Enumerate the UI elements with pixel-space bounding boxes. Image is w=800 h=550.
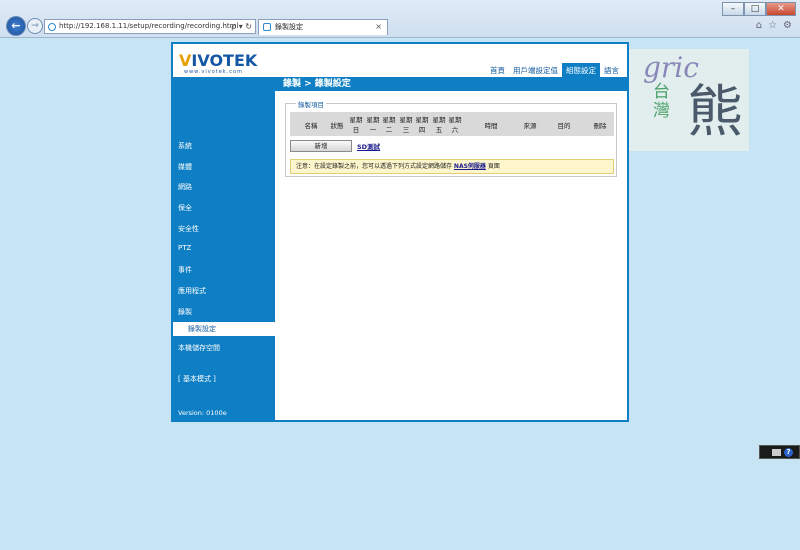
watermark-logo: gric 台灣 熊 (629, 49, 749, 151)
ie-page-icon (48, 23, 56, 31)
logo-text: IVOTEK (191, 51, 258, 70)
sidebar-item-recording[interactable]: 錄製 (178, 307, 192, 317)
col-destination: 目的 (557, 122, 571, 130)
vivotek-logo[interactable]: VIVOTEK (179, 51, 257, 70)
browser-chrome: – □ ✕ ← → http://192.168.1.11/setup/reco… (0, 0, 800, 38)
favorites-star-icon[interactable]: ☆ (768, 20, 777, 31)
col-fri: 五 (435, 126, 443, 134)
sidebar: 系統 媒體 網路 保全 安全性 PTZ 事件 應用程式 錄製 錄製設定 本機儲存… (173, 91, 275, 420)
sidebar-item-media[interactable]: 媒體 (178, 162, 192, 172)
col-delete: 刪除 (593, 122, 607, 130)
nav-configuration[interactable]: 組態設定 (562, 63, 600, 78)
sidebar-item-applications[interactable]: 應用程式 (178, 286, 206, 296)
top-nav: 首頁 用戶端設定值 組態設定 語言 (486, 63, 623, 78)
notice-text: 注意：在設定錄製之前，您可以透過下列方式設定網路儲存 (296, 163, 454, 170)
col-sun-top: 星期 (349, 116, 363, 124)
help-icon[interactable]: ? (784, 448, 793, 457)
search-refresh-icons[interactable]: ρ ▾ ↻ (231, 20, 252, 33)
back-button[interactable]: ← (6, 16, 26, 36)
tools-gear-icon[interactable]: ⚙ (783, 20, 792, 31)
sidebar-item-local-storage[interactable]: 本機儲存空間 (178, 343, 220, 353)
col-wed: 三 (402, 126, 410, 134)
col-status: 狀態 (330, 122, 344, 130)
nas-server-link[interactable]: NAS伺服器 (454, 163, 486, 170)
col-mon: 一 (369, 126, 377, 134)
col-thu-top: 星期 (415, 116, 429, 124)
recording-list-group: 錄製項目 名稱 狀態 星期 日 星期 一 星期 二 星期 三 星期 四 星期 五… (285, 99, 617, 177)
sd-test-link[interactable]: SD測試 (357, 141, 380, 151)
keyboard-icon[interactable] (772, 449, 781, 456)
logo-v: V (179, 51, 192, 70)
tab-close-icon[interactable]: × (375, 20, 382, 34)
col-tue: 二 (385, 126, 393, 134)
nav-language[interactable]: 語言 (600, 63, 623, 78)
nas-notice: 注意：在設定錄製之前，您可以透過下列方式設定網路儲存 NAS伺服器 頁面 (290, 159, 614, 174)
browser-tab[interactable]: 錄製設定 × (258, 19, 388, 35)
tab-title: 錄製設定 (275, 23, 303, 31)
window-controls: – □ ✕ (722, 2, 796, 16)
floating-tray-widget[interactable]: ? (759, 445, 800, 459)
recording-list-legend: 錄製項目 (296, 99, 326, 109)
browser-toolbar-icons: ⌂ ☆ ⚙ (756, 20, 792, 31)
sidebar-item-safety[interactable]: 安全性 (178, 224, 199, 234)
sidebar-item-system[interactable]: 系統 (178, 141, 192, 151)
col-sat-top: 星期 (448, 116, 462, 124)
col-sun: 日 (352, 126, 360, 134)
col-tue-top: 星期 (382, 116, 396, 124)
add-recording-button[interactable]: 新增 (290, 140, 352, 152)
basic-mode-link[interactable]: [ 基本模式 ] (178, 374, 216, 384)
minimize-button[interactable]: – (722, 2, 744, 16)
watermark-left-text: 台灣 (653, 82, 670, 121)
notice-suffix: 頁面 (485, 163, 500, 170)
tab-page-icon (263, 23, 271, 31)
close-window-button[interactable]: ✕ (766, 2, 796, 16)
nav-client-settings[interactable]: 用戶端設定值 (509, 63, 562, 78)
header: VIVOTEK www.vivotek.com 首頁 用戶端設定值 組態設定 語… (173, 44, 627, 78)
col-thu: 四 (418, 126, 426, 134)
col-fri-top: 星期 (432, 116, 446, 124)
sidebar-item-network[interactable]: 網路 (178, 182, 192, 192)
col-sat: 六 (451, 126, 459, 134)
col-wed-top: 星期 (399, 116, 413, 124)
logo-url: www.vivotek.com (184, 69, 243, 75)
col-time: 時間 (484, 122, 498, 130)
sidebar-item-security[interactable]: 保全 (178, 203, 192, 213)
address-url: http://192.168.1.11/setup/recording/reco… (59, 22, 239, 30)
sidebar-item-ptz[interactable]: PTZ (178, 244, 191, 252)
recording-table-header: 名稱 狀態 星期 日 星期 一 星期 二 星期 三 星期 四 星期 五 星期 六… (290, 112, 614, 136)
address-bar[interactable]: http://192.168.1.11/setup/recording/reco… (44, 19, 256, 34)
camera-settings-frame: VIVOTEK www.vivotek.com 首頁 用戶端設定值 組態設定 語… (171, 42, 629, 422)
sidebar-subitem-recording-settings[interactable]: 錄製設定 (173, 322, 275, 336)
forward-button[interactable]: → (27, 18, 43, 34)
watermark-right-text: 熊 (687, 80, 743, 145)
content-area: 錄製項目 名稱 狀態 星期 日 星期 一 星期 二 星期 三 星期 四 星期 五… (275, 91, 627, 420)
firmware-version: Version: 0100e (178, 409, 227, 417)
col-mon-top: 星期 (366, 116, 380, 124)
col-name: 名稱 (304, 122, 318, 130)
nav-home[interactable]: 首頁 (486, 63, 509, 78)
col-source: 來源 (523, 122, 537, 130)
page-title: 錄製 > 錄製設定 (173, 77, 627, 91)
maximize-button[interactable]: □ (744, 2, 766, 16)
home-icon[interactable]: ⌂ (756, 20, 762, 31)
sidebar-item-event[interactable]: 事件 (178, 265, 192, 275)
